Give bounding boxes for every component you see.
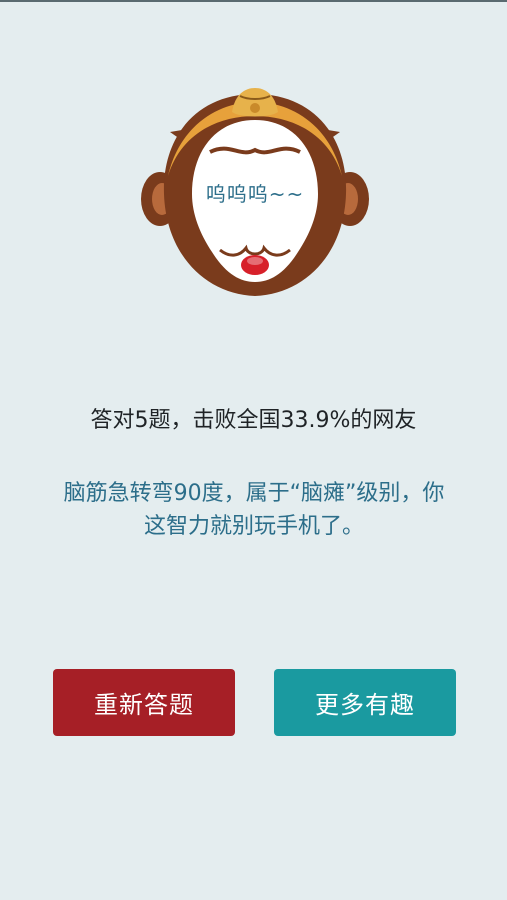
face-text: 呜呜呜~~ — [205, 182, 305, 206]
status-divider — [0, 0, 507, 2]
result-summary: 答对5题，击败全国33.9%的网友 — [90, 408, 417, 433]
retry-button[interactable]: 重新答题 — [53, 669, 235, 736]
result-comment: 脑筋急转弯90度，属于“脑瘫”级别，你 这智力就别玩手机了。 — [24, 477, 484, 543]
comment-line-1: 脑筋急转弯90度，属于“脑瘫”级别，你 — [63, 481, 445, 506]
more-fun-button[interactable]: 更多有趣 — [274, 669, 456, 736]
comment-line-2: 这智力就别玩手机了。 — [143, 514, 364, 539]
